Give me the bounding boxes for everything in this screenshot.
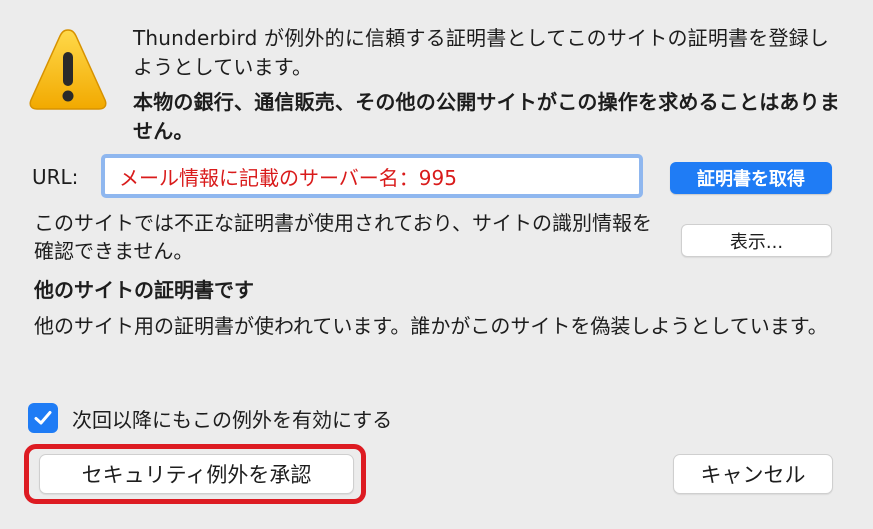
certificate-status-text: このサイトでは不正な証明書が使用されており、サイトの識別情報を確認できません。 (34, 211, 652, 263)
intro-warning-bold: 本物の銀行、通信販売、その他の公開サイトがこの操作を求めることはありません。 (133, 90, 840, 143)
permanent-exception-checkbox[interactable] (28, 403, 58, 433)
confirm-security-exception-button[interactable]: セキュリティ例外を承認 (39, 454, 354, 494)
get-certificate-button[interactable]: 証明書を取得 (670, 162, 832, 194)
url-label: URL: (32, 165, 79, 189)
warning-icon (29, 29, 107, 110)
intro-message: Thunderbird が例外的に信頼する証明書としてこのサイトの証明書を登録し… (133, 24, 848, 146)
issue-heading: 他のサイトの証明書です (34, 278, 254, 302)
checkmark-icon (34, 411, 52, 425)
issue-detail: 他のサイト用の証明書が使われています。誰かがこのサイトを偽装しようとしています。 (34, 314, 828, 338)
permanent-exception-label: 次回以降にもこの例外を有効にする (72, 407, 393, 432)
view-certificate-button[interactable]: 表示... (681, 224, 832, 257)
permanent-exception-row[interactable]: 次回以降にもこの例外を有効にする (28, 403, 392, 433)
cancel-button[interactable]: キャンセル (673, 454, 833, 494)
intro-text: Thunderbird が例外的に信頼する証明書としてこのサイトの証明書を登録し… (133, 26, 830, 79)
url-input[interactable] (101, 154, 643, 198)
